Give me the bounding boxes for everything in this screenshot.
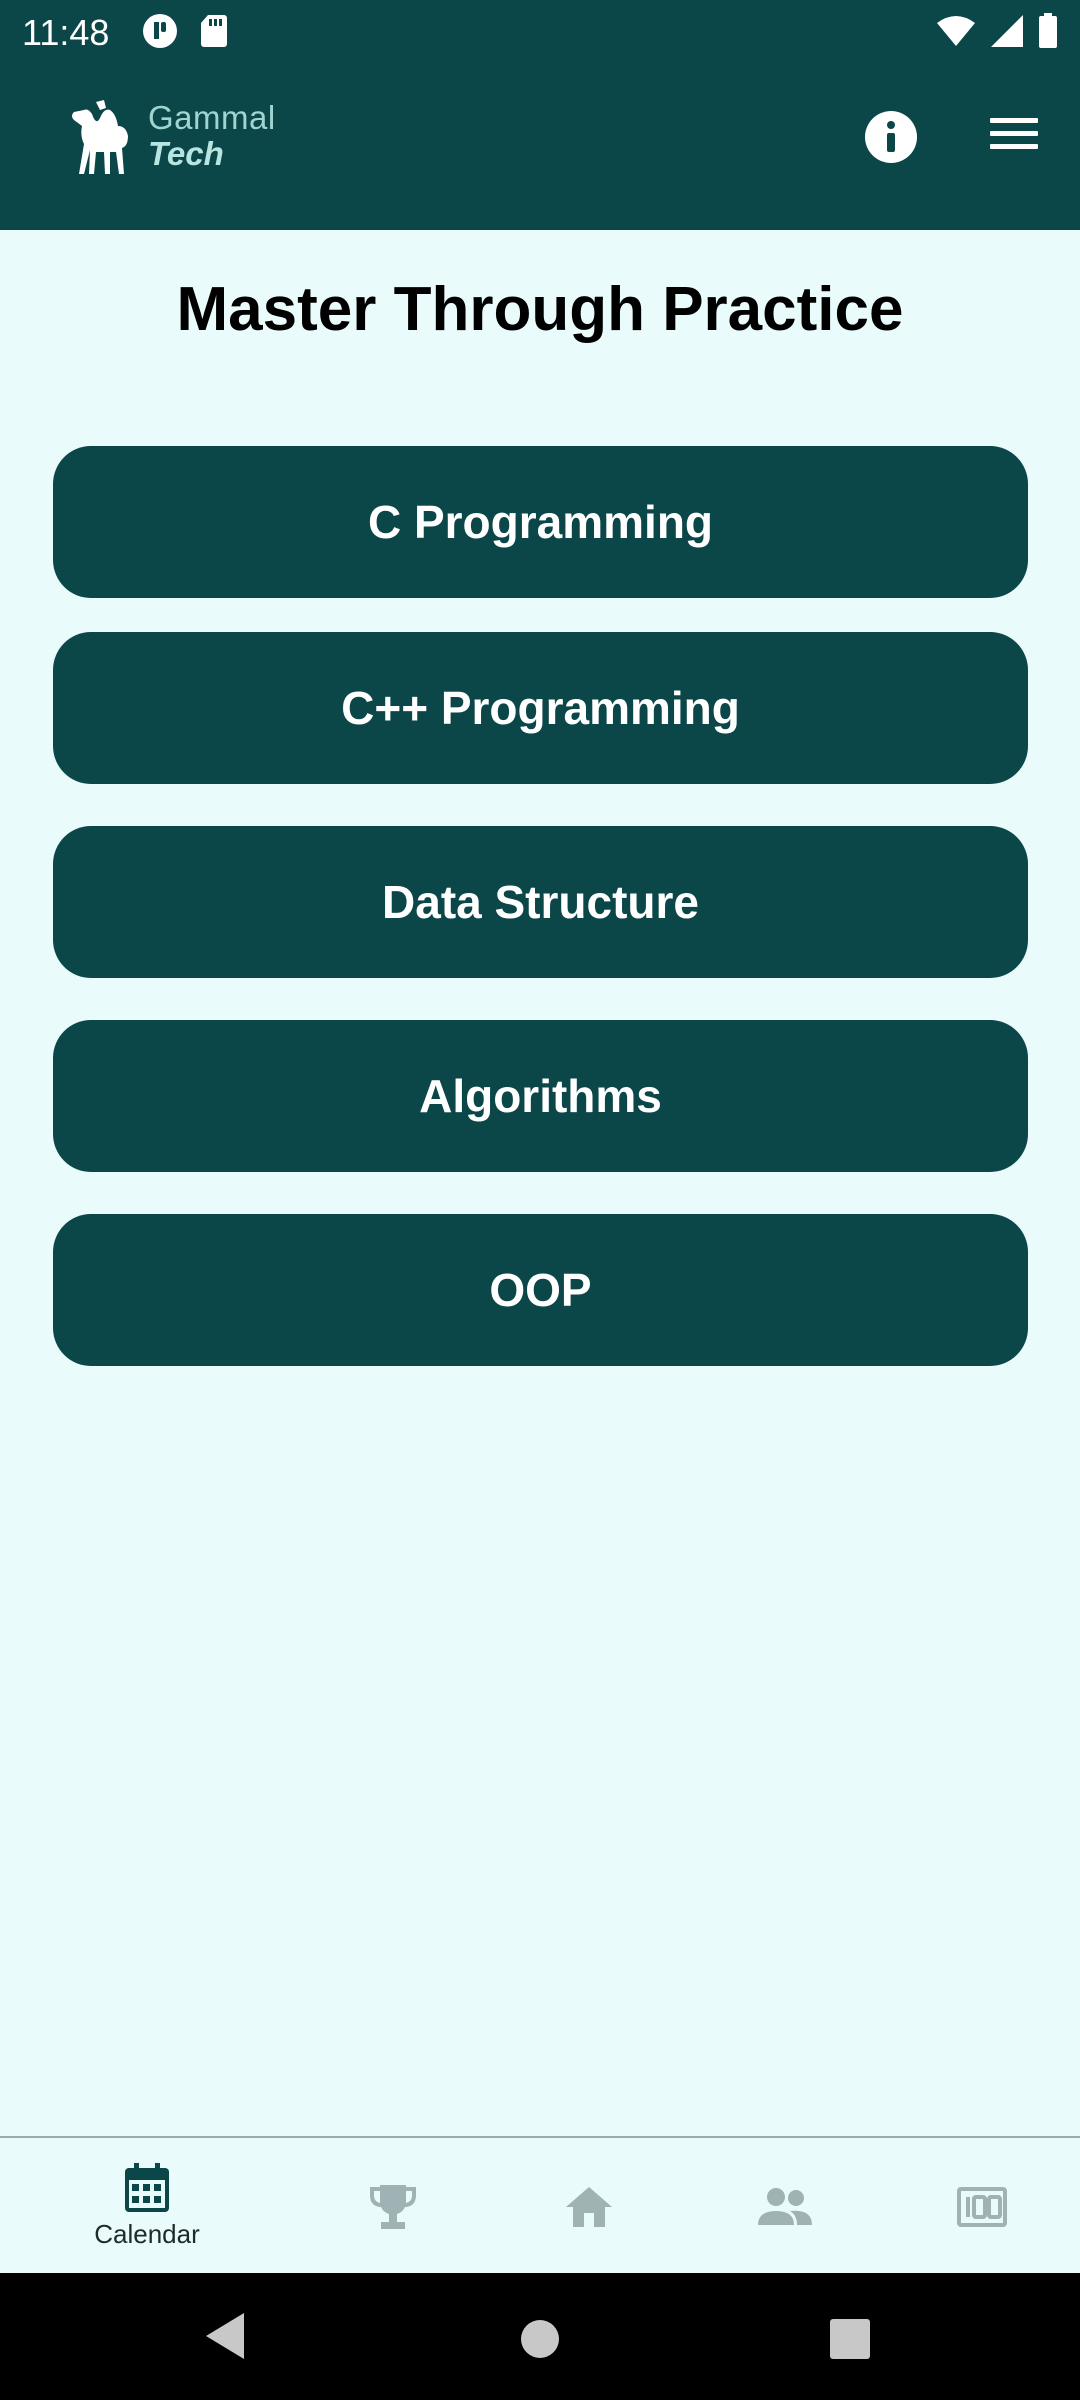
- logo-text-tech: Tech: [148, 135, 224, 172]
- nav-item-calendar[interactable]: Calendar: [39, 2138, 255, 2275]
- bottom-navigation: Calendar: [0, 2136, 1080, 2275]
- camel-logo-icon: [72, 100, 128, 174]
- score-100-icon: [957, 2186, 1007, 2227]
- home-circle-icon[interactable]: [520, 2319, 560, 2359]
- trophy-icon: [370, 2184, 416, 2229]
- notification-app-icon: [143, 14, 177, 48]
- battery-icon: [1039, 13, 1057, 48]
- logo-text-gammal: Gammal: [148, 99, 276, 136]
- people-icon: [758, 2187, 812, 2225]
- back-icon[interactable]: [204, 2311, 246, 2361]
- sd-card-icon: [201, 15, 227, 47]
- info-button[interactable]: [864, 110, 918, 164]
- c-programming-button[interactable]: C Programming: [53, 446, 1028, 598]
- calendar-icon: [125, 2163, 169, 2212]
- page-title: Master Through Practice: [176, 275, 904, 344]
- data-structure-button[interactable]: Data Structure: [53, 826, 1028, 978]
- status-time: 11:48: [22, 12, 110, 53]
- course-list: C Programming C++ Programming Data Struc…: [53, 446, 1028, 1408]
- recents-icon[interactable]: [830, 2319, 870, 2359]
- nav-label-calendar: Calendar: [94, 2219, 200, 2249]
- nav-item-scores[interactable]: [874, 2138, 1080, 2275]
- system-navigation-bar: [0, 2273, 1080, 2400]
- cellular-signal-icon: [991, 15, 1023, 47]
- status-bar: 11:48: [0, 0, 1080, 62]
- gammal-tech-logo: Gammal Tech: [66, 96, 276, 176]
- home-icon: [566, 2186, 612, 2227]
- cpp-programming-button[interactable]: C++ Programming: [53, 632, 1028, 784]
- app-bar: Gammal Tech: [0, 62, 1080, 230]
- algorithms-button[interactable]: Algorithms: [53, 1020, 1028, 1172]
- oop-button[interactable]: OOP: [53, 1214, 1028, 1366]
- hamburger-menu-icon: [990, 118, 1038, 149]
- menu-button[interactable]: [990, 114, 1044, 164]
- wifi-icon: [937, 16, 975, 46]
- nav-item-people[interactable]: [677, 2138, 893, 2275]
- nav-item-trophy[interactable]: [285, 2138, 501, 2275]
- info-icon: [865, 111, 917, 163]
- nav-item-home[interactable]: [481, 2138, 697, 2275]
